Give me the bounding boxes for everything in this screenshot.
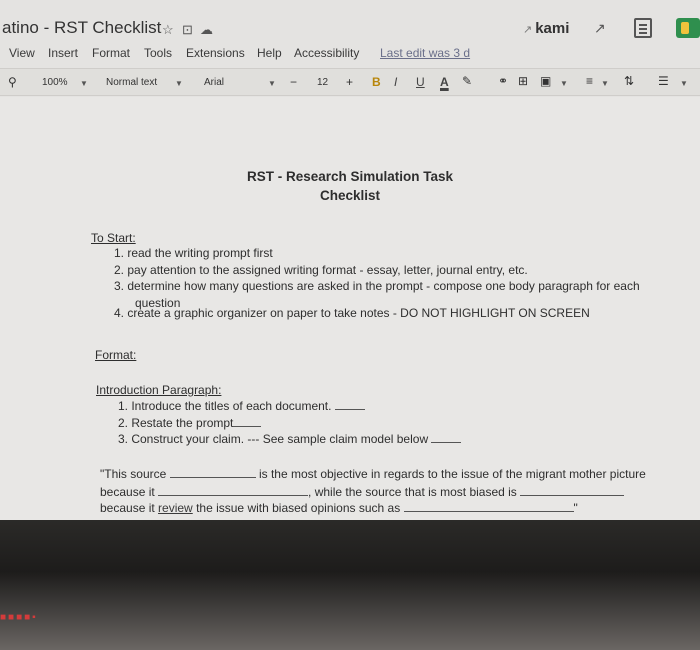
activity-trend-icon[interactable]: ↗ [594,20,606,37]
insert-image-icon[interactable]: ▣ [540,74,551,88]
increase-font-size-button[interactable]: + [346,75,353,89]
to-start-heading: To Start: [91,231,136,245]
text-color-button[interactable]: A [440,75,449,89]
list-item: 1. read the writing prompt first [114,246,273,260]
list-item: 3. determine how many questions are aske… [114,279,640,293]
document-heading-line-1: RST - Research Simulation Task [246,169,454,184]
chevron-down-icon: ▼ [175,79,183,88]
menu-bar: View Insert Format Tools Extensions Help… [0,44,700,64]
list-item: 2. pay attention to the assigned writing… [114,263,528,277]
menu-view[interactable]: View [9,46,35,60]
menu-help[interactable]: Help [257,46,282,60]
list-item: 2. Restate the prompt [118,416,262,430]
zoom-select[interactable]: 100% [42,77,68,88]
font-size-input[interactable]: 12 [317,77,328,88]
screen: atino - RST Checklist ☆ ⊡ ☁ ↗ kami ↗ View… [0,0,700,520]
kami-label: kami [535,20,570,37]
chevron-down-icon: ▼ [268,79,276,88]
menu-extensions[interactable]: Extensions [186,46,245,60]
format-heading: Format: [95,348,137,362]
intro-paragraph-heading: Introduction Paragraph: [96,383,222,397]
claim-line-3: because it review the issue with biased … [100,501,578,515]
indicator-lights: ■■■■▪ [0,612,38,623]
chevron-down-icon: ▼ [680,79,688,88]
underline-button[interactable]: U [416,75,425,89]
line-spacing-icon[interactable]: ⇅ [624,74,634,88]
menu-accessibility[interactable]: Accessibility [294,46,359,60]
list-item: 1. Introduce the titles of each document… [118,399,365,413]
bold-button[interactable]: B [372,75,381,89]
star-icon[interactable]: ☆ [162,22,174,38]
comments-icon[interactable] [634,18,652,38]
decrease-font-size-button[interactable]: − [290,75,297,89]
monitor-bezel: ■■■■▪ [0,520,700,650]
font-select[interactable]: Arial [204,77,224,88]
style-select[interactable]: Normal text [106,77,157,88]
kami-button[interactable]: ↗ kami [523,20,569,37]
move-folder-icon[interactable]: ⊡ [182,22,193,38]
external-link-icon: ↗ [523,24,533,36]
chevron-down-icon: ▼ [560,79,568,88]
review-link[interactable]: review [158,501,193,515]
document-title[interactable]: atino - RST Checklist [2,18,161,38]
italic-button[interactable]: I [394,75,397,89]
chevron-down-icon: ▼ [80,79,88,88]
menu-insert[interactable]: Insert [48,46,78,60]
highlight-pen-icon[interactable]: ✎ [462,74,472,88]
menu-tools[interactable]: Tools [144,46,172,60]
list-item: 4. create a graphic organizer on paper t… [114,306,590,320]
meet-icon[interactable] [676,18,700,38]
title-bar: atino - RST Checklist ☆ ⊡ ☁ ↗ kami ↗ [0,14,700,44]
cloud-status-icon[interactable]: ☁ [200,22,213,38]
last-edit-link[interactable]: Last edit was 3 d [380,46,470,60]
chevron-down-icon: ▼ [601,79,609,88]
list-item: 3. Construct your claim. --- See sample … [118,432,462,446]
claim-line-2: because it , while the source that is mo… [100,485,625,499]
paint-format-icon[interactable]: ⚲ [8,75,17,89]
document-heading-line-2: Checklist [319,188,381,203]
checklist-icon[interactable]: ☰ [658,74,669,88]
link-icon[interactable]: ⚭ [498,74,508,88]
document-page[interactable]: RST - Research Simulation Task Checklist… [0,97,700,520]
toolbar: ⚲ 100% ▼ Normal text ▼ Arial ▼ − 12 + B … [0,68,700,96]
menu-format[interactable]: Format [92,46,130,60]
align-icon[interactable]: ≡ [586,74,593,88]
claim-line-1: "This source is the most objective in re… [100,467,646,481]
add-comment-icon[interactable]: ⊞ [518,74,528,88]
